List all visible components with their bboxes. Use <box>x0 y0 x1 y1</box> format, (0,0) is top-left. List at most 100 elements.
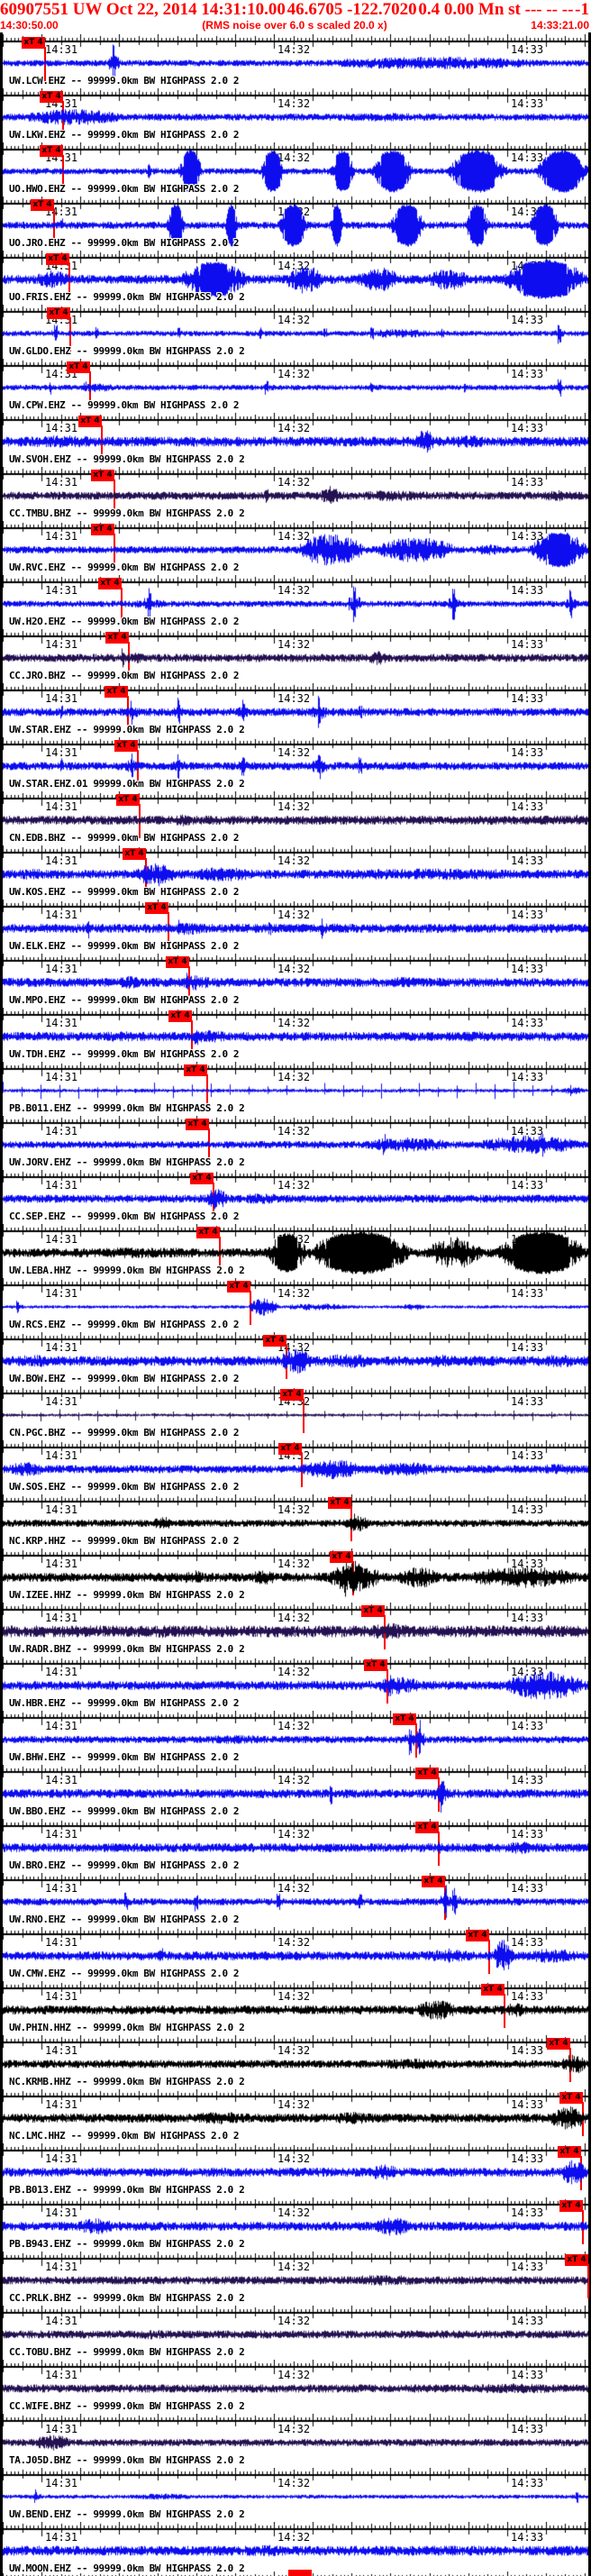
station-label: UW.KOS.EHZ -- 99999.0km BW HIGHPASS 2.0 … <box>9 886 240 898</box>
station-label: UW.CMW.EHZ -- 99999.0km BW HIGHPASS 2.0 … <box>9 1968 240 1979</box>
pick-flag[interactable]: xT 4 <box>184 1064 207 1076</box>
station-label: UW.RNO.EHZ -- 99999.0km BW HIGHPASS 2.0 … <box>9 1914 240 1925</box>
pick-flag[interactable]: xT 4 <box>40 145 63 157</box>
station-label: UW.BHW.EHZ -- 99999.0km BW HIGHPASS 2.0 … <box>9 1751 240 1763</box>
station-label: UW.BRO.EHZ -- 99999.0km BW HIGHPASS 2.0 … <box>9 1859 240 1871</box>
pick-flag[interactable]: xT 4 <box>91 524 114 535</box>
pick-flag[interactable]: xT 4 <box>105 632 129 644</box>
station-label: PB.B943.EHZ -- 99999.0km BW HIGHPASS 2.0… <box>9 2238 245 2250</box>
station-label: UW.MPO.EHZ -- 99999.0km BW HIGHPASS 2.0 … <box>9 994 240 1006</box>
pick-flag[interactable]: xT 4 <box>31 199 54 211</box>
pick-flag[interactable]: xT 4 <box>123 848 146 860</box>
pick-flag[interactable]: xT 4 <box>166 956 189 968</box>
window-time-range: 14:30:50.00 (RMS noise over 6.0 s scaled… <box>0 19 589 32</box>
rms-scaling-note: (RMS noise over 6.0 s scaled 20.0 x) <box>202 19 387 32</box>
pick-flag[interactable]: xT 4 <box>196 1227 220 1238</box>
station-label: UW.RVC.EHZ -- 99999.0km BW HIGHPASS 2.0 … <box>9 562 240 573</box>
station-label: UW.GLDO.EHZ -- 99999.0km BW HIGHPASS 2.0… <box>9 345 245 357</box>
pick-flag[interactable]: xT 4 <box>98 578 122 589</box>
event-rf-flag: -1 <box>575 0 589 19</box>
pick-flag[interactable]: xT 4 <box>565 2254 588 2266</box>
station-label: TA.J05D.BHZ -- 99999.0km BW HIGHPASS 2.0… <box>9 2454 245 2466</box>
pick-flag[interactable]: xT 4 <box>558 2146 581 2158</box>
station-label: CC.PRLK.BHZ -- 99999.0km BW HIGHPASS 2.0… <box>9 2292 245 2304</box>
pick-flag[interactable]: xT 4 <box>263 1335 286 1347</box>
window-start-time: 14:30:50.00 <box>0 19 59 32</box>
station-label: UW.STAR.EHZ -- 99999.0km BW HIGHPASS 2.0… <box>9 724 245 735</box>
station-label: CC.SEP.EHZ -- 99999.0km BW HIGHPASS 2.0 … <box>9 1210 240 1222</box>
station-label: UW.BBO.EHZ -- 99999.0km BW HIGHPASS 2.0 … <box>9 1805 240 1817</box>
station-label: CC.WIFE.BHZ -- 99999.0km BW HIGHPASS 2.0… <box>9 2400 245 2412</box>
station-label: CC.TMBU.BHZ -- 99999.0km BW HIGHPASS 2.0… <box>9 507 245 519</box>
pick-flag[interactable]: xT 4 <box>278 1443 302 1455</box>
pick-flag[interactable]: xT 4 <box>364 1659 387 1671</box>
station-label: NC.LMC.HHZ -- 99999.0km BW HIGHPASS 2.0 … <box>9 2130 240 2142</box>
station-label: UW.CPW.EHZ -- 99999.0km BW HIGHPASS 2.0 … <box>9 399 240 411</box>
station-label: UW.IZEE.HHZ -- 99999.0km BW HIGHPASS 2.0… <box>9 1589 245 1601</box>
pick-flag[interactable]: xT 4 <box>422 1876 445 1887</box>
pick-flag[interactable]: xT 4 <box>330 1551 353 1563</box>
pick-flag[interactable]: xT 4 <box>393 1713 416 1725</box>
station-label: UW.TDH.EHZ -- 99999.0km BW HIGHPASS 2.0 … <box>9 1048 240 1060</box>
station-label: UW.LCW.EHZ -- 99999.0km BW HIGHPASS 2.0 … <box>9 75 240 87</box>
seismogram-viewer-window: 60907551 UW Oct 22, 2014 14:31:10.00 46.… <box>0 0 591 2576</box>
station-label: UW.MOON.EHZ -- 99999.0km BW HIGHPASS 2.0… <box>9 2562 245 2574</box>
pick-flag[interactable]: xT 4 <box>415 1822 439 1833</box>
pick-flag[interactable]: xT 4 <box>78 416 102 427</box>
pick-flag[interactable]: xT 4 <box>186 1119 209 1130</box>
station-label: UW.SVOH.EHZ -- 99999.0km BW HIGHPASS 2.0… <box>9 453 245 465</box>
pick-flag[interactable]: xT 4 <box>328 1497 351 1509</box>
station-label: UW.RADR.BHZ -- 99999.0km BW HIGHPASS 2.0… <box>9 1643 245 1655</box>
station-label: CC.TOBU.BHZ -- 99999.0km BW HIGHPASS 2.0… <box>9 2346 245 2358</box>
event-id-datetime: 60907551 UW Oct 22, 2014 14:31:10.00 <box>0 0 286 19</box>
station-label: UW.RCS.EHZ -- 99999.0km BW HIGHPASS 2.0 … <box>9 1319 240 1330</box>
station-label: UW.H2O.EHZ -- 99999.0km BW HIGHPASS 2.0 … <box>9 616 240 627</box>
pick-flag[interactable]: xT 4 <box>280 1389 304 1401</box>
station-label: UW.BEND.EHZ -- 99999.0km BW HIGHPASS 2.0… <box>9 2508 245 2520</box>
pick-flag[interactable]: xT 4 <box>40 91 63 103</box>
station-label: NC.KRP.HHZ -- 99999.0km BW HIGHPASS 2.0 … <box>9 1535 240 1547</box>
pick-flag[interactable]: xT 4 <box>22 37 45 49</box>
pick-flag[interactable]: xT 4 <box>168 1010 192 1022</box>
pick-flag[interactable]: xT 4 <box>466 1930 489 1941</box>
station-label: CC.JRO.BHZ -- 99999.0km BW HIGHPASS 2.0 … <box>9 670 240 681</box>
station-label: CN.PGC.BHZ -- 99999.0km BW HIGHPASS 2.0 … <box>9 1427 240 1439</box>
pick-flag[interactable]: xT 4 <box>559 2092 583 2104</box>
station-label: UW.JORV.EHZ -- 99999.0km BW HIGHPASS 2.0… <box>9 1156 245 1168</box>
event-coordinates: 46.6705 -122.7020 <box>286 0 417 19</box>
station-label: UW.LKW.EHZ -- 99999.0km BW HIGHPASS 2.0 … <box>9 129 240 141</box>
event-header: 60907551 UW Oct 22, 2014 14:31:10.00 46.… <box>0 0 589 19</box>
station-label: UO.FRIS.EHZ -- 99999.0km BW HIGHPASS 2.0… <box>9 291 245 303</box>
station-label: UW.ELK.EHZ -- 99999.0km BW HIGHPASS 2.0 … <box>9 940 240 952</box>
station-label: UO.JRO.EHZ -- 99999.0km BW HIGHPASS 2.0 … <box>9 237 240 249</box>
pick-flag[interactable]: xT 4 <box>559 2200 583 2212</box>
pick-flag[interactable]: xT 4 <box>190 1173 214 1184</box>
station-label: UW.SOS.EHZ -- 99999.0km BW HIGHPASS 2.0 … <box>9 1481 240 1493</box>
pick-flag[interactable]: xT 4 <box>114 740 138 752</box>
event-magnitude: 0.4 0.00 Mn st --- -- -- <box>418 0 574 19</box>
station-label: UW.LEBA.HHZ -- 99999.0km BW HIGHPASS 2.0… <box>9 1265 245 1276</box>
window-end-time: 14:33:21.00 <box>531 19 589 32</box>
pick-flag[interactable]: xT 4 <box>105 686 128 698</box>
pick-flag[interactable]: xT 4 <box>415 1768 439 1779</box>
station-label: UW.HBR.EHZ -- 99999.0km BW HIGHPASS 2.0 … <box>9 1697 240 1709</box>
pick-flag[interactable]: xT 4 <box>227 1281 250 1293</box>
station-label: NC.KRMB.HHZ -- 99999.0km BW HIGHPASS 2.0… <box>9 2076 245 2087</box>
pick-flag[interactable]: xT 4 <box>46 253 69 265</box>
trace-plot-area[interactable]: 14:3114:3214:33xT 4UW.LCW.EHZ -- 99999.0… <box>0 32 591 2576</box>
station-label: CN.EDB.BHZ -- 99999.0km BW HIGHPASS 2.0 … <box>9 832 240 844</box>
pick-flag[interactable]: xT 4 <box>547 2038 570 2050</box>
pick-flag[interactable]: xT 4 <box>481 1984 505 1996</box>
pick-flag[interactable]: xT 4 <box>47 307 70 319</box>
station-label: UO.HWO.EHZ -- 99999.0km BW HIGHPASS 2.0 … <box>9 183 240 195</box>
station-label: PB.B013.EHZ -- 99999.0km BW HIGHPASS 2.0… <box>9 2184 245 2196</box>
station-label: UW.STAR.EHZ.01 99999.0km BW HIGHPASS 2.0… <box>9 778 245 790</box>
station-label: PB.B011.EHZ -- 99999.0km BW HIGHPASS 2.0… <box>9 1102 245 1114</box>
pick-flag[interactable]: xT 4 <box>116 794 140 806</box>
pick-flag[interactable]: xT 4 <box>67 361 90 373</box>
pick-flag-partial[interactable] <box>288 2570 312 2576</box>
station-label: UW.PHIN.HHZ -- 99999.0km BW HIGHPASS 2.0… <box>9 2022 245 2033</box>
pick-flag[interactable]: xT 4 <box>91 470 114 481</box>
pick-flag[interactable]: xT 4 <box>361 1605 385 1617</box>
pick-flag[interactable]: xT 4 <box>145 902 168 914</box>
